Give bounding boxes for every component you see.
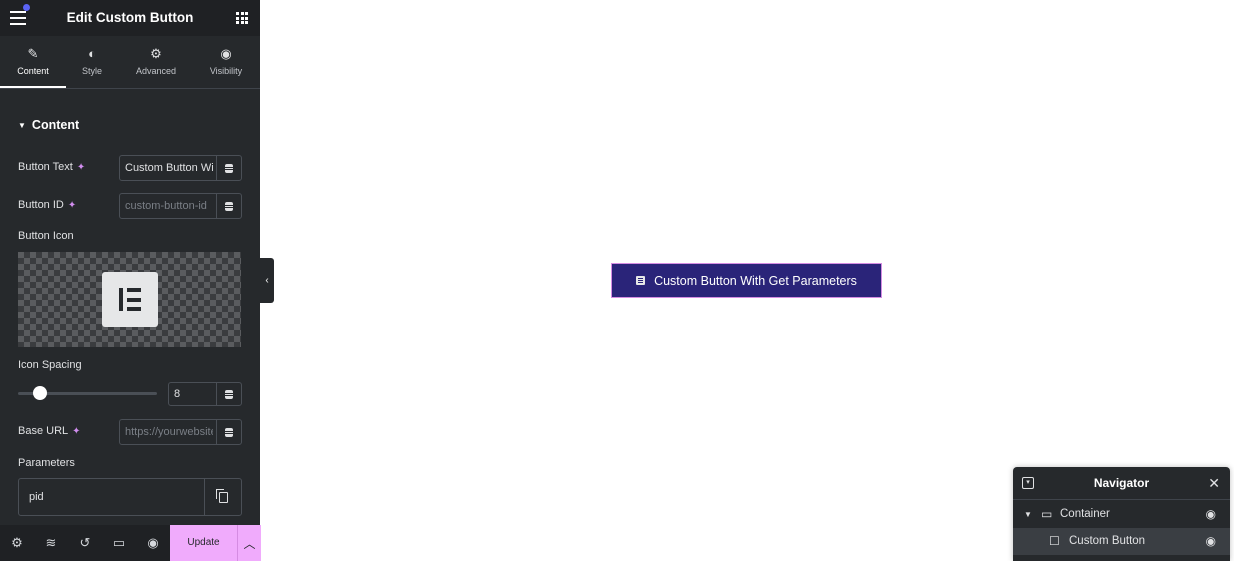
contrast-icon: ◐	[88, 46, 96, 61]
tab-style-label: Style	[81, 66, 102, 76]
custom-button-label: Custom Button With Get Parameters	[654, 273, 857, 288]
database-icon	[225, 163, 233, 173]
database-icon	[225, 427, 233, 437]
tab-content-label: Content	[17, 66, 49, 76]
slider-handle[interactable]	[33, 386, 47, 400]
icon-spacing-slider[interactable]	[18, 386, 157, 400]
gear-icon: ⚙	[150, 46, 162, 61]
preview-button[interactable]: ◉	[136, 525, 170, 561]
editor-panel: Edit Custom Button ✎ Content ◐ Style ⚙ A…	[0, 0, 261, 561]
eye-icon: ◉	[147, 535, 159, 550]
section-title: Content	[31, 118, 80, 132]
duplicate-button[interactable]	[204, 479, 241, 515]
caret-down-icon[interactable]: ▼	[1024, 501, 1032, 528]
button-id-label: Button ID ✦	[18, 199, 76, 211]
dynamic-tags-button[interactable]	[216, 194, 241, 218]
navigator-panel: ▾ Navigator ✕ ▼ ▭ Container ◉ ☐ Custom B…	[1013, 467, 1230, 561]
ai-sparkle-icon[interactable]: ✦	[68, 200, 76, 211]
gear-icon: ⚙	[11, 535, 23, 550]
button-icon: ☐	[1049, 534, 1060, 548]
panel-header: Edit Custom Button	[0, 0, 260, 36]
custom-button-widget[interactable]: Custom Button With Get Parameters	[611, 263, 882, 298]
history-button[interactable]: ↺	[68, 525, 102, 561]
parameter-item[interactable]: pid	[18, 478, 242, 516]
parameter-item-label[interactable]: pid	[29, 479, 44, 515]
widgets-grid-icon[interactable]	[236, 12, 248, 24]
button-text-value[interactable]: Custom Button Wi	[125, 156, 213, 180]
button-text-label-text: Button Text	[18, 161, 73, 173]
panel-title: Edit Custom Button	[66, 10, 194, 25]
base-url-label: Base URL ✦	[18, 425, 81, 437]
section-content-toggle[interactable]: ▼ Content	[18, 118, 79, 132]
panel-tabs: ✎ Content ◐ Style ⚙ Advanced ◉ Visibilit…	[0, 36, 260, 89]
button-text-label: Button Text ✦	[18, 161, 85, 173]
settings-button[interactable]: ⚙	[0, 525, 34, 561]
eye-icon: ◉	[220, 46, 232, 61]
devices-icon: ▭	[112, 535, 126, 550]
elementor-icon	[636, 276, 646, 285]
button-id-label-text: Button ID	[18, 199, 64, 211]
panel-footer: ⚙ ≋ ↺ ▭ ◉ Update ︿	[0, 525, 261, 561]
tab-style[interactable]: ◐ Style	[66, 36, 118, 88]
button-id-placeholder[interactable]: custom-button-id	[125, 194, 213, 218]
collapse-panel-button[interactable]: ‹	[260, 258, 274, 303]
dynamic-tags-button[interactable]	[216, 420, 241, 444]
close-icon[interactable]: ✕	[1208, 475, 1220, 492]
tab-visibility[interactable]: ◉ Visibility	[196, 36, 256, 88]
pencil-icon: ✎	[27, 46, 39, 61]
icon-spacing-input[interactable]: 8	[168, 382, 242, 406]
eye-icon[interactable]: ◉	[1206, 528, 1216, 555]
database-icon	[225, 201, 233, 211]
container-icon: ▭	[1041, 507, 1053, 521]
tab-advanced-label: Advanced	[135, 66, 177, 76]
update-options-button[interactable]: ︿	[237, 525, 261, 561]
navigator-item-container[interactable]: ▼ ▭ Container ◉	[1013, 501, 1230, 528]
tab-advanced[interactable]: ⚙ Advanced	[124, 36, 188, 88]
elementor-logo-icon	[102, 272, 158, 327]
ai-sparkle-icon[interactable]: ✦	[72, 426, 80, 437]
database-icon	[225, 389, 233, 399]
tab-visibility-label: Visibility	[209, 66, 243, 76]
navigator-button[interactable]: ≋	[34, 525, 68, 561]
dynamic-tags-button[interactable]	[216, 156, 241, 180]
navigator-item-custom-button[interactable]: ☐ Custom Button ◉	[1013, 528, 1230, 555]
navigator-title: Navigator	[1093, 476, 1150, 490]
responsive-mode-button[interactable]: ▭	[102, 525, 136, 561]
navigator-header: ▾ Navigator ✕	[1013, 467, 1230, 500]
icon-picker[interactable]	[18, 252, 241, 347]
base-url-placeholder[interactable]: https://yourwebsite	[125, 420, 213, 444]
base-url-input[interactable]: https://yourwebsite	[119, 419, 242, 445]
tab-content[interactable]: ✎ Content	[0, 36, 66, 88]
button-text-input[interactable]: Custom Button Wi	[119, 155, 242, 181]
caret-down-icon: ▼	[18, 121, 26, 130]
history-icon: ↺	[79, 535, 91, 550]
icon-spacing-value[interactable]: 8	[174, 383, 180, 405]
parameters-label: Parameters	[18, 457, 75, 469]
ai-sparkle-icon[interactable]: ✦	[77, 162, 85, 173]
chevron-left-icon: ‹	[265, 275, 269, 286]
update-button[interactable]: Update	[170, 525, 237, 561]
copy-icon	[215, 488, 228, 503]
eye-icon[interactable]: ◉	[1206, 501, 1216, 528]
navigator-item-label: Custom Button	[1069, 535, 1146, 547]
navigator-item-label: Container	[1060, 508, 1110, 520]
button-icon-label: Button Icon	[18, 230, 74, 242]
layers-icon: ≋	[45, 535, 57, 550]
dynamic-tags-button[interactable]	[216, 383, 241, 405]
chevron-up-icon: ︿	[243, 536, 256, 551]
button-id-input[interactable]: custom-button-id	[119, 193, 242, 219]
icon-spacing-label: Icon Spacing	[18, 359, 82, 371]
base-url-label-text: Base URL	[18, 425, 69, 437]
